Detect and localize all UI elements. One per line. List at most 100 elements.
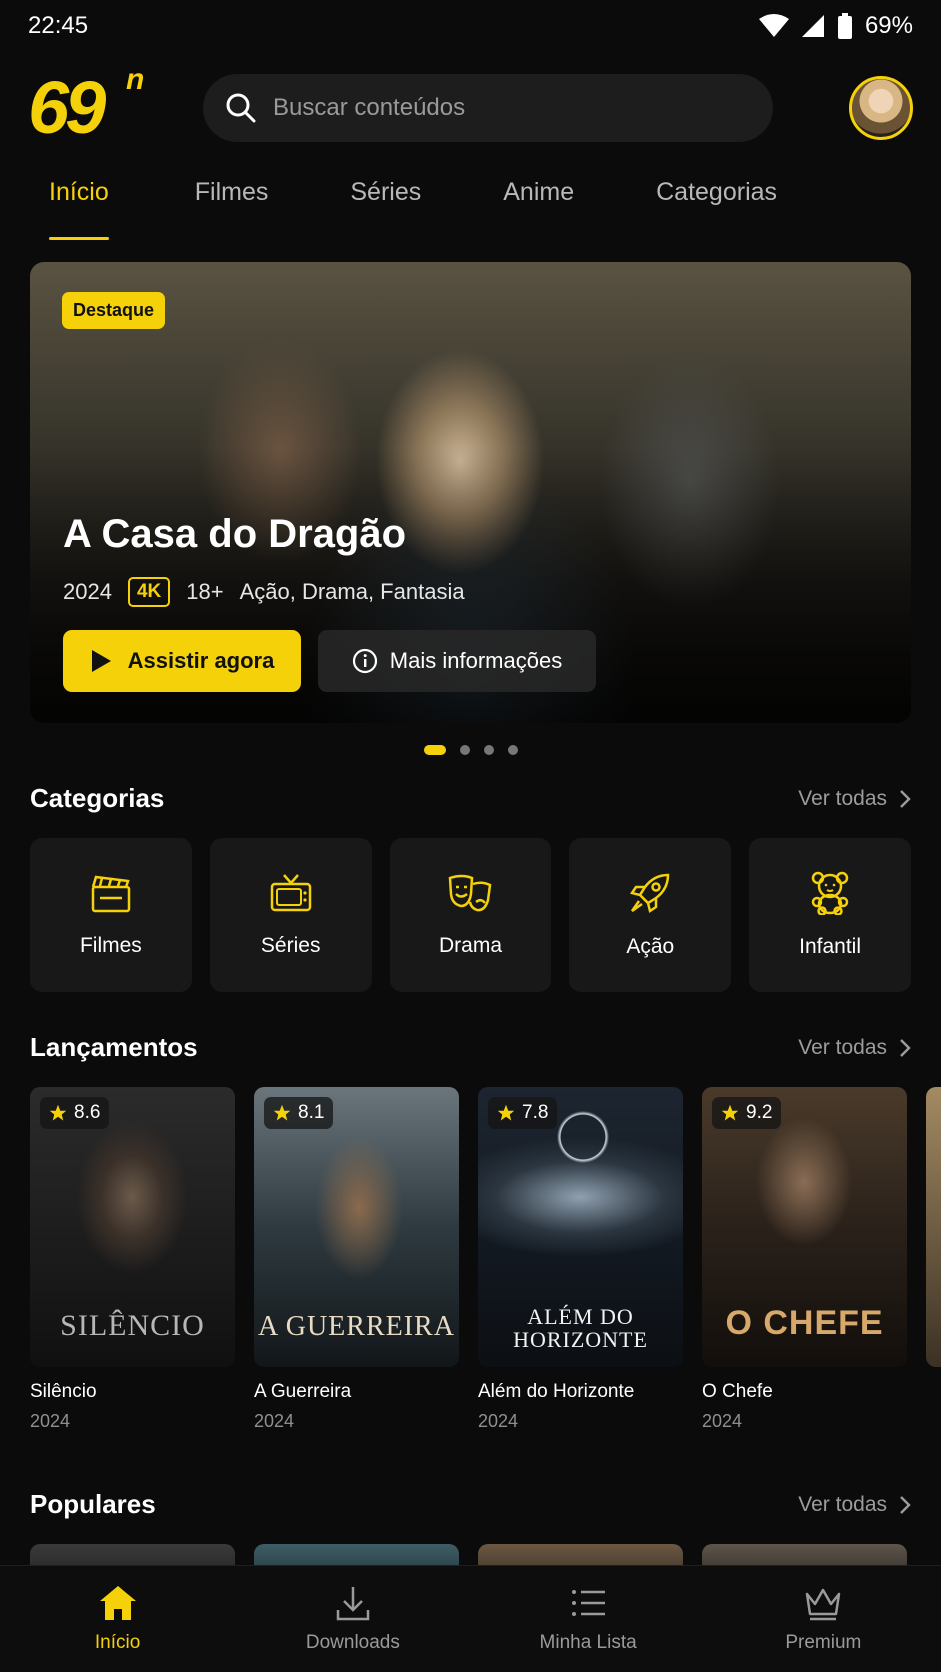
poster-title: A GUERREIRA (258, 1311, 455, 1342)
movie-year: 2024 (702, 1411, 743, 1431)
movie-poster: 7.8 ALÉM DO HORIZONTE (478, 1087, 683, 1367)
movie-year: 2024 (478, 1411, 519, 1431)
poster-title: SILÊNCIO (60, 1309, 205, 1342)
category-tile-acao[interactable]: Ação (569, 838, 732, 992)
star-icon (721, 1104, 739, 1121)
nav-inicio[interactable]: Início (0, 1566, 235, 1672)
quality-badge: 4K (127, 577, 171, 607)
carousel-dot-2[interactable] (459, 745, 470, 755)
poster-title: ALÉM DO HORIZONTE (513, 1303, 648, 1352)
poster-title: O CHEFE (725, 1304, 884, 1342)
tab-filmes[interactable]: Filmes (174, 178, 290, 240)
theater-masks-icon (449, 874, 492, 912)
rocket-icon (630, 873, 670, 914)
teddy-bear-icon (811, 871, 849, 915)
tab-anime[interactable]: Anime (482, 178, 595, 240)
star-icon (273, 1104, 291, 1121)
rating-badge: 7.8 (488, 1097, 558, 1129)
chevron-right-icon (900, 1038, 911, 1057)
movie-year: 2024 (30, 1411, 71, 1431)
signal-icon (801, 15, 824, 37)
movie-poster: 8.1 A GUERREIRA (254, 1087, 459, 1367)
category-label: Filmes (79, 934, 142, 957)
carousel-dot-3[interactable] (483, 745, 494, 755)
movie-title: O Chefe (702, 1381, 773, 1402)
category-tabs: Início Filmes Séries Anime Categorias (28, 178, 913, 240)
battery-percent: 69% (864, 12, 913, 39)
play-icon (91, 650, 111, 672)
category-tile-filmes[interactable]: Filmes (30, 838, 192, 992)
app-logo[interactable]: 69 n (28, 65, 158, 145)
category-tile-drama[interactable]: Drama (389, 838, 552, 992)
featured-banner[interactable]: Destaque A Casa do Dragão 2024 4K 18+ Aç… (30, 262, 911, 723)
movie-poster: 9.2 O CHEFE (702, 1087, 907, 1367)
movie-year: 2024 (254, 1411, 295, 1431)
section-title: Lançamentos (30, 1032, 198, 1062)
carousel-indicator (0, 745, 941, 755)
watch-now-button[interactable]: Assistir agora (63, 630, 301, 692)
movie-card[interactable]: 8.1 A GUERREIRA A Guerreira 2024 (254, 1087, 459, 1432)
chevron-right-icon (900, 789, 911, 808)
category-label: Séries (260, 934, 321, 957)
section-title: Categorias (30, 783, 165, 813)
movie-card[interactable]: 7.8 ALÉM DO HORIZONTE Além do Horizonte … (478, 1087, 683, 1432)
crown-icon (806, 1588, 841, 1621)
star-icon (497, 1104, 515, 1121)
rating-badge: 8.1 (264, 1097, 334, 1129)
nav-minha-lista[interactable]: Minha Lista (471, 1566, 706, 1672)
avatar[interactable] (849, 76, 913, 140)
list-icon (572, 1590, 606, 1616)
rating-badge: 9.2 (712, 1097, 782, 1129)
carousel-dot-4[interactable] (507, 745, 518, 755)
section-title: Populares (30, 1489, 156, 1519)
status-time: 22:45 (28, 12, 89, 39)
tab-inicio[interactable]: Início (28, 178, 130, 240)
tab-categorias[interactable]: Categorias (635, 178, 798, 240)
see-all-categories-link[interactable]: Ver todas (798, 787, 911, 811)
wifi-icon (758, 14, 789, 37)
search-bar[interactable] (203, 74, 773, 142)
movie-title: Silêncio (30, 1381, 97, 1402)
featured-genres: Ação, Drama, Fantasia (239, 579, 465, 604)
featured-badge: Destaque (62, 292, 166, 329)
releases-header: Lançamentos Ver todas (30, 1032, 911, 1063)
movie-poster (926, 1087, 941, 1367)
nav-premium[interactable]: Premium (706, 1566, 941, 1672)
category-tile-series[interactable]: Séries (209, 838, 372, 992)
search-input[interactable] (273, 94, 713, 122)
status-bar: 22:45 69% (0, 0, 941, 52)
movie-title: Além do Horizonte (478, 1381, 635, 1402)
featured-meta: 2024 4K 18+ Ação, Drama, Fantasia (63, 577, 465, 607)
movie-card[interactable]: 9.2 O CHEFE O Chefe 2024 (702, 1087, 907, 1432)
movie-poster: 8.6 SILÊNCIO (30, 1087, 235, 1367)
movie-title: A Guerreira (254, 1381, 352, 1402)
nav-label: Downloads (305, 1632, 400, 1653)
carousel-dot-1[interactable] (423, 745, 446, 755)
status-icons: 69% (758, 12, 913, 40)
chevron-right-icon (900, 1495, 911, 1514)
see-all-releases-link[interactable]: Ver todas (798, 1036, 911, 1060)
nav-label: Premium (785, 1632, 862, 1653)
releases-row: 8.6 SILÊNCIO Silêncio 2024 8.1 A GUERREI… (30, 1087, 941, 1432)
category-tile-infantil[interactable]: Infantil (749, 838, 911, 992)
category-label: Infantil (799, 935, 862, 958)
see-all-popular-link[interactable]: Ver todas (798, 1493, 911, 1517)
battery-icon (837, 13, 852, 39)
info-icon (352, 648, 377, 674)
more-info-button[interactable]: Mais informações (318, 630, 596, 692)
category-label: Drama (438, 934, 502, 957)
movie-card-partial[interactable] (926, 1087, 941, 1432)
search-icon (226, 93, 256, 123)
star-icon (49, 1104, 67, 1121)
movie-card[interactable]: 8.6 SILÊNCIO Silêncio 2024 (30, 1087, 235, 1432)
bottom-navigation: Início Downloads Minha Lista Premium (0, 1565, 941, 1672)
tab-series[interactable]: Séries (329, 178, 442, 240)
nav-downloads[interactable]: Downloads (235, 1566, 470, 1672)
more-info-label: Mais informações (389, 648, 563, 673)
age-rating: 18+ (186, 579, 224, 604)
home-icon (99, 1586, 136, 1620)
featured-title: A Casa do Dragão (63, 512, 407, 556)
clapperboard-icon (91, 875, 131, 913)
category-label: Ação (626, 935, 675, 958)
nav-label: Início (94, 1632, 141, 1653)
